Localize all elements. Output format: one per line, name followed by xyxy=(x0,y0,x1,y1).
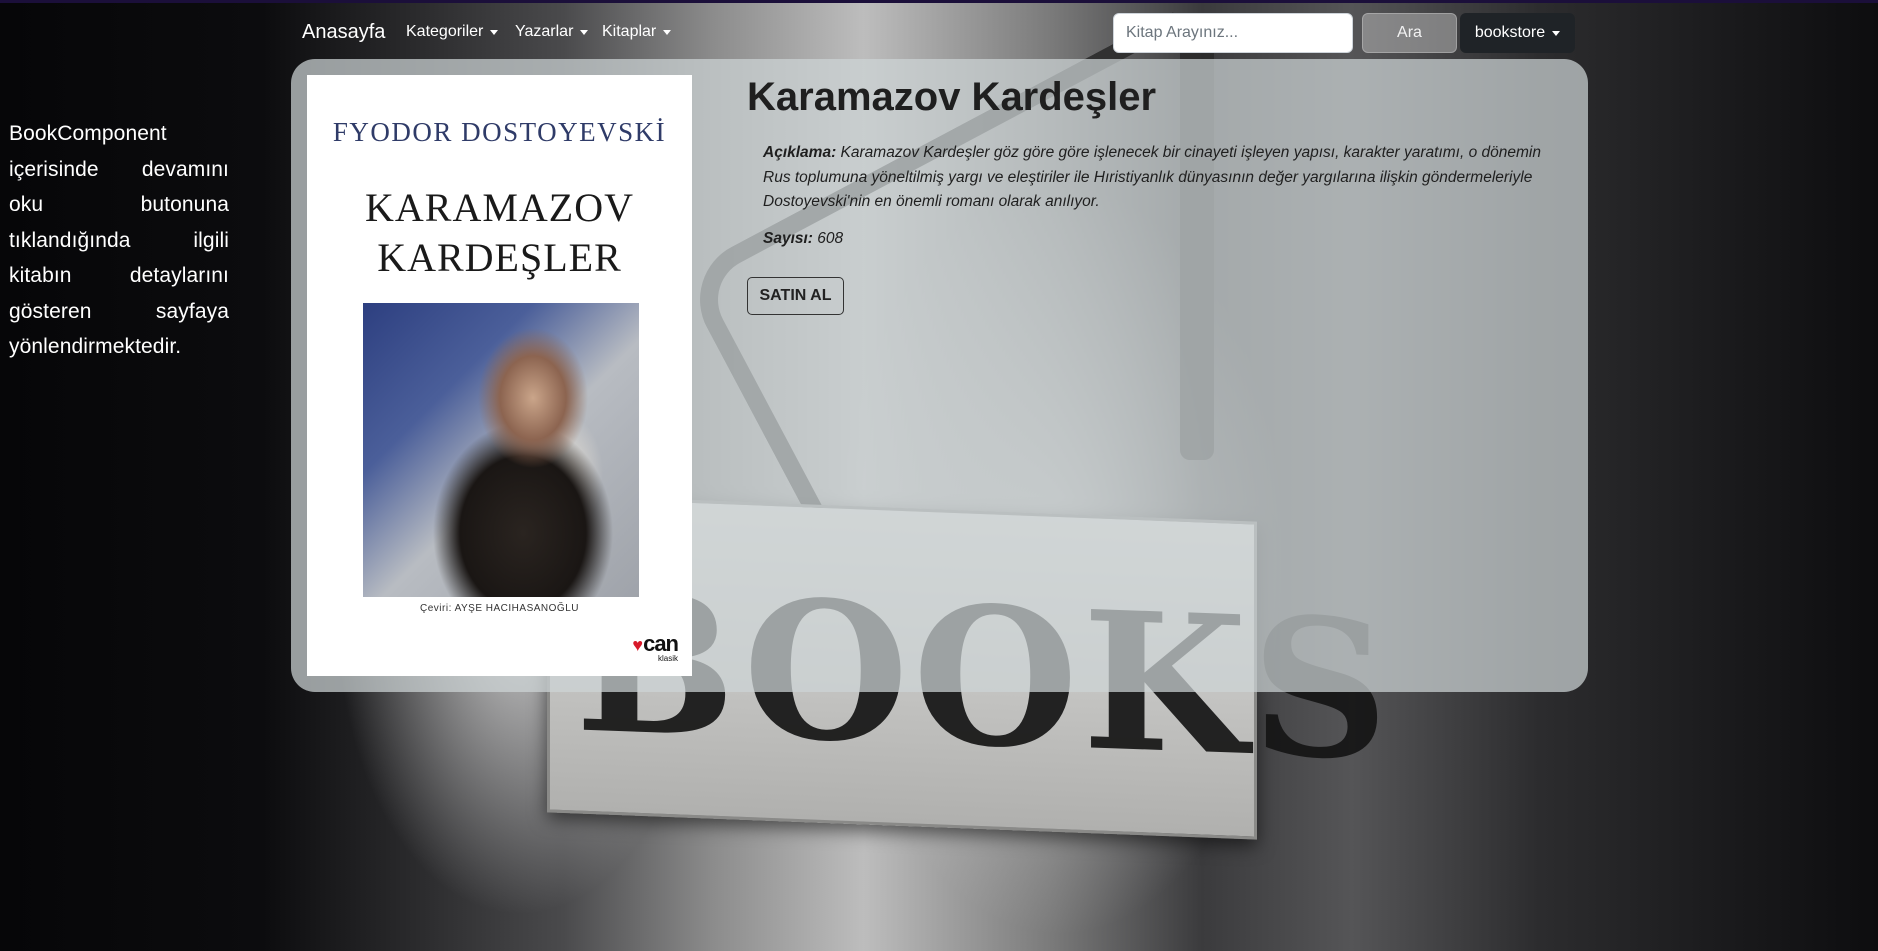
cover-title-line2: KARDEŞLER xyxy=(377,235,622,280)
search-button[interactable]: Ara xyxy=(1362,13,1457,53)
book-title: Karamazov Kardeşler xyxy=(747,75,1157,119)
cover-title-line1: KARAMAZOV xyxy=(365,185,634,230)
publisher-name: can xyxy=(643,631,679,656)
book-description: Açıklama: Karamazov Kardeşler göz göre g… xyxy=(763,141,1553,215)
book-detail-card: FYODOR DOSTOYEVSKİ KARAMAZOV KARDEŞLER Ç… xyxy=(291,59,1588,692)
nav-label-categories: Kategoriler xyxy=(406,23,484,40)
chevron-down-icon xyxy=(490,29,499,35)
cover-portrait xyxy=(363,303,639,597)
chevron-down-icon xyxy=(663,29,672,35)
page-count-value: 608 xyxy=(817,230,844,247)
nav-brand-home[interactable]: Anasayfa xyxy=(302,21,385,44)
user-menu-label: bookstore xyxy=(1474,24,1546,41)
cover-translator: Çeviri: AYŞE HACIHASANOĞLU xyxy=(420,603,579,614)
cover-author: FYODOR DOSTOYEVSKİ xyxy=(332,117,667,147)
page-count-label: Sayısı: xyxy=(763,230,813,247)
publisher-logo: ♥can klasik xyxy=(632,631,679,663)
nav-label-books: Kitaplar xyxy=(602,23,657,40)
nav-dropdown-categories[interactable]: Kategoriler xyxy=(406,23,499,41)
navbar: Anasayfa Kategoriler Yazarlar Kitaplar A… xyxy=(0,3,1878,61)
nav-dropdown-books[interactable]: Kitaplar xyxy=(602,23,672,41)
search-input[interactable] xyxy=(1113,13,1353,53)
chevron-down-icon xyxy=(580,29,589,35)
cover-title: KARAMAZOV KARDEŞLER xyxy=(307,183,692,283)
side-note: BookComponent içerisinde devamını oku bu… xyxy=(9,122,229,358)
book-cover-image: FYODOR DOSTOYEVSKİ KARAMAZOV KARDEŞLER Ç… xyxy=(307,75,692,676)
user-menu-button[interactable]: bookstore xyxy=(1460,13,1575,53)
chevron-down-icon xyxy=(1552,30,1561,36)
page-count: Sayısı: 608 xyxy=(763,230,843,248)
description-label: Açıklama: xyxy=(763,144,837,161)
buy-button[interactable]: SATIN AL xyxy=(747,277,844,315)
heart-icon: ♥ xyxy=(632,635,644,655)
nav-dropdown-authors[interactable]: Yazarlar xyxy=(515,23,589,41)
nav-label-authors: Yazarlar xyxy=(515,23,574,40)
description-text: Karamazov Kardeşler göz göre göre işlene… xyxy=(763,144,1541,210)
